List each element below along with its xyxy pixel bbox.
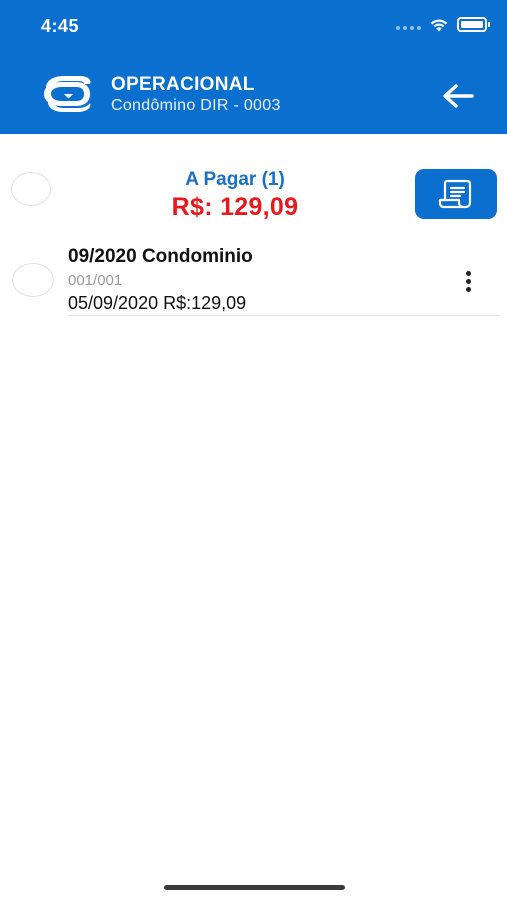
row-divider — [68, 315, 500, 316]
item-installment: 001/001 — [68, 272, 123, 289]
summary-label: A Pagar (1) — [185, 169, 285, 190]
arrow-left-icon — [443, 84, 474, 108]
status-icons — [396, 17, 490, 32]
receipt-button[interactable] — [415, 169, 497, 219]
wifi-icon — [430, 19, 448, 32]
logo-icon — [44, 76, 91, 112]
item-checkbox[interactable] — [12, 263, 54, 297]
receipt-icon — [438, 179, 472, 209]
select-all-checkbox[interactable] — [11, 172, 51, 206]
battery-icon — [457, 17, 490, 32]
status-time: 4:45 — [41, 16, 80, 36]
page-subtitle: Condômino DIR - 0003 — [111, 97, 281, 114]
item-detail: 05/09/2020 R$:129,09 — [68, 293, 247, 313]
home-indicator[interactable] — [164, 885, 345, 890]
back-button[interactable] — [438, 80, 478, 112]
signal-icon — [396, 20, 421, 30]
item-title: 09/2020 Condominio — [68, 246, 253, 267]
summary-amount: R$: 129,09 — [171, 193, 299, 221]
app-header: 4:45 OPERACIONAL Condômino DIR - 0003 — [0, 0, 507, 134]
page-title: OPERACIONAL — [111, 74, 255, 95]
more-vertical-icon[interactable] — [456, 266, 480, 296]
